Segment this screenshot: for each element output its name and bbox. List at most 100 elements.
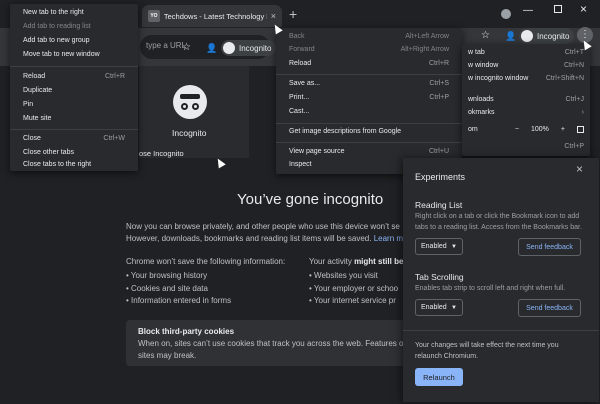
- wont-save-section: Chrome won’t save the following informat…: [126, 256, 285, 308]
- experiments-panel: Experiments × Reading List Right click o…: [403, 158, 599, 402]
- cookies-card-title: Block third-party cookies: [138, 327, 235, 336]
- menu-item-reload[interactable]: Reload Ctrl+R: [10, 70, 138, 84]
- app-menu-item-downloads[interactable]: wnloads Ctrl+J: [462, 93, 590, 107]
- dropdown-arrow-icon: ▼: [451, 243, 457, 250]
- menu-item-forward[interactable]: Forward Alt+Right Arrow: [276, 43, 462, 57]
- list-item: • Information entered in forms: [126, 296, 232, 305]
- intro-text: Now you can browse privately, and other …: [126, 221, 403, 245]
- incognito-avatar-icon: [223, 42, 235, 54]
- maximize-icon[interactable]: [554, 5, 562, 13]
- browser-window: YO Techdows - Latest Technology N × + — …: [0, 0, 600, 404]
- experiments-close-icon[interactable]: ×: [576, 162, 583, 176]
- menu-divider: [276, 142, 462, 143]
- third-party-cookies-card: Block third-party cookies When on, sites…: [126, 320, 408, 366]
- menu-item-save-as[interactable]: Save as... Ctrl+S: [276, 77, 462, 91]
- list-item: • Your employer or schoo: [309, 283, 399, 293]
- tab-scrolling-title: Tab Scrolling: [415, 272, 464, 282]
- reading-list-title: Reading List: [415, 200, 463, 210]
- relaunch-notice-line-2: relaunch Chromium.: [415, 353, 479, 360]
- page-title: You’ve gone incognito: [237, 191, 384, 208]
- menu-item-duplicate[interactable]: Duplicate: [10, 84, 138, 98]
- app-menu-item-print[interactable]: Ctrl+P: [462, 140, 590, 154]
- menu-item-view-source[interactable]: View page source Ctrl+U: [276, 145, 462, 159]
- app-menu-item-new-window[interactable]: w window Ctrl+N: [462, 59, 590, 73]
- menu-item-close-right[interactable]: Close tabs to the right: [10, 160, 138, 170]
- menu-item-back[interactable]: Back Alt+Left Arrow: [276, 30, 462, 44]
- tab-scrolling-select[interactable]: Enabled ▼: [415, 299, 463, 316]
- incognito-spy-icon: [173, 85, 207, 119]
- app-menu-zoom-row: om − 100% +: [462, 123, 590, 137]
- new-tab-plus-icon[interactable]: +: [289, 6, 297, 22]
- tab-context-menu: New tab to the right Add tab to reading …: [10, 4, 138, 171]
- list-item: • Your browsing history: [126, 271, 208, 280]
- tab-scrolling-desc: Enables tab strip to scroll left and rig…: [415, 285, 566, 292]
- menu-item-page-reload[interactable]: Reload Ctrl+R: [276, 57, 462, 71]
- still-visible-section: Your activity might still be • Websites …: [309, 256, 403, 308]
- zoom-out-button[interactable]: −: [515, 123, 519, 137]
- menu-divider: [276, 123, 462, 124]
- tab-close-icon[interactable]: ×: [271, 11, 276, 21]
- menu-item-mute-site[interactable]: Mute site: [10, 112, 138, 126]
- fullscreen-icon[interactable]: [577, 126, 584, 133]
- menu-item-move-new-window[interactable]: Move tab to new window: [10, 48, 138, 62]
- list-item: • Cookies and site data: [126, 283, 208, 293]
- app-menu-item-new-incognito[interactable]: w incognito window Ctrl+Shift+N: [462, 72, 590, 86]
- reading-list-feedback-button[interactable]: Send feedback: [518, 238, 581, 256]
- menu-item-image-descriptions[interactable]: Get image descriptions from Google: [276, 125, 462, 139]
- menu-item-print[interactable]: Print... Ctrl+P: [276, 91, 462, 105]
- intro-line-2-wrap: However, downloads, bookmarks and readin…: [126, 233, 403, 245]
- wont-save-heading: Chrome won’t save the following informat…: [126, 257, 286, 266]
- dropdown-arrow-icon: ▼: [451, 304, 457, 311]
- mouse-cursor-icon: [214, 156, 226, 169]
- incognito-profile-chip[interactable]: Incognito: [221, 40, 277, 56]
- reading-list-desc-line-2: tabs to a reading list. Access from the …: [415, 224, 582, 231]
- menu-item-add-new-group[interactable]: Add tab to new group: [10, 34, 138, 48]
- list-item: • Websites you visit: [309, 271, 378, 280]
- tab-scrolling-feedback-button[interactable]: Send feedback: [518, 299, 581, 317]
- menu-item-close[interactable]: Close Ctrl+W: [10, 132, 138, 146]
- profile-icon[interactable]: 👤: [206, 43, 217, 54]
- tab-title: Techdows - Latest Technology N: [163, 11, 267, 21]
- learn-more-link[interactable]: Learn m: [374, 234, 403, 243]
- techdows-favicon-icon: YO: [148, 10, 160, 22]
- app-menu-item-bookmarks[interactable]: okmarks ›: [462, 106, 590, 120]
- reading-list-select[interactable]: Enabled ▼: [415, 238, 463, 255]
- intro-line-1: Now you can browse privately, and other …: [126, 222, 400, 231]
- menu-item-cast[interactable]: Cast...: [276, 105, 462, 119]
- relaunch-button[interactable]: Relaunch: [415, 368, 463, 386]
- zoom-in-button[interactable]: +: [561, 123, 565, 137]
- menu-divider: [10, 66, 138, 67]
- bookmark-star-icon[interactable]: ☆: [182, 42, 191, 53]
- cookies-card-line-1: When on, sites can’t use cookies that tr…: [138, 339, 408, 348]
- relaunch-notice-line-1: Your changes will take effect the next t…: [415, 342, 559, 349]
- menu-item-close-others[interactable]: Close other tabs: [10, 146, 138, 160]
- app-menu: w tab Ctrl+T w window Ctrl+N w incognito w…: [462, 44, 590, 156]
- incognito-chip-label-right: Incognito: [537, 31, 570, 41]
- menu-item-add-reading-list[interactable]: Add tab to reading list: [10, 20, 138, 34]
- intro-line-2: However, downloads, bookmarks and readin…: [126, 234, 372, 243]
- incognito-tile-label: Incognito: [172, 128, 207, 138]
- reading-list-desc-line-1: Right click on a tab or click the Bookma…: [415, 213, 580, 220]
- incognito-profile-chip-right[interactable]: Incognito: [519, 28, 575, 44]
- list-item: • Your internet service pr: [309, 296, 396, 305]
- menu-item-new-tab-right[interactable]: New tab to the right: [10, 6, 138, 20]
- panel-divider: [403, 330, 599, 331]
- still-visible-heading: Your activity might still be: [309, 257, 404, 266]
- app-menu-item-new-tab[interactable]: w tab Ctrl+T: [462, 46, 590, 60]
- bookmark-star-icon-right[interactable]: ☆: [481, 30, 490, 41]
- incognito-chip-label: Incognito: [239, 43, 272, 53]
- cookies-card-line-2: sites may break.: [138, 351, 197, 360]
- menu-divider: [10, 129, 138, 130]
- profile-icon-right[interactable]: 👤: [505, 31, 516, 42]
- close-window-icon[interactable]: ×: [580, 2, 587, 16]
- omnibox-placeholder: type a URL: [146, 41, 187, 50]
- close-incognito-link[interactable]: ose Incognito: [139, 149, 184, 158]
- zoom-value: 100%: [531, 126, 549, 133]
- page-context-menu: Back Alt+Left Arrow Forward Alt+Right Arro…: [276, 28, 462, 174]
- menu-divider: [276, 74, 462, 75]
- tab-search-icon[interactable]: [501, 9, 511, 19]
- minimize-icon[interactable]: —: [523, 5, 533, 16]
- active-tab[interactable]: YO Techdows - Latest Technology N ×: [142, 5, 282, 27]
- menu-item-pin[interactable]: Pin: [10, 98, 138, 112]
- experiments-title: Experiments: [415, 172, 466, 182]
